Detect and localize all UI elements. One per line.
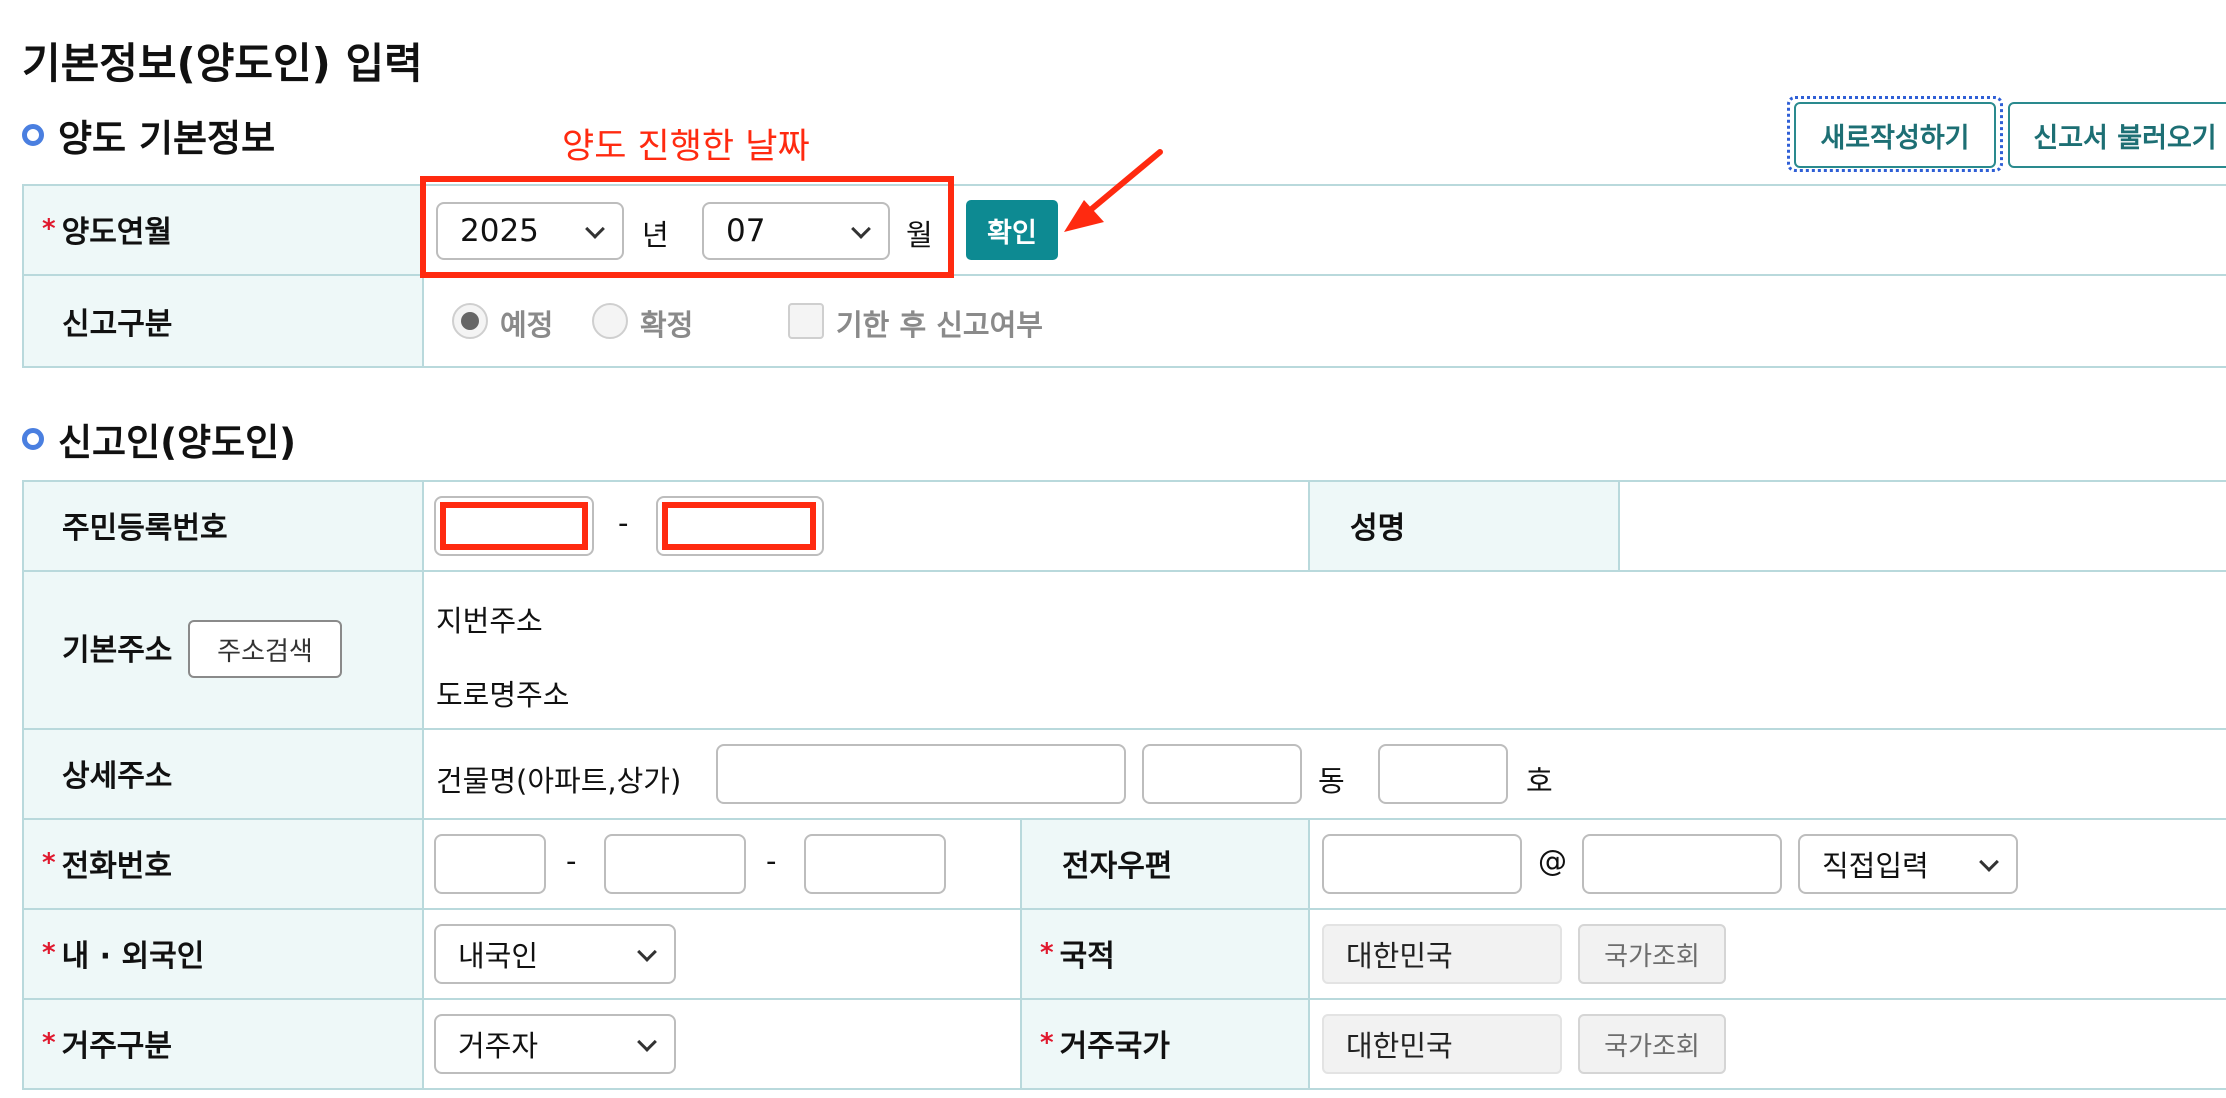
email-domain-select[interactable]: 직접입력	[1798, 834, 2018, 894]
road-address-label: 도로명주소	[436, 678, 570, 712]
new-report-button[interactable]: 새로작성하기	[1794, 102, 1996, 168]
address-search-button[interactable]: 주소검색	[188, 620, 342, 678]
annotation-text: 양도 진행한 날짜	[562, 127, 810, 167]
rrn-separator: -	[618, 506, 629, 540]
redacted-box	[662, 502, 816, 550]
country-lookup-button[interactable]: 국가조회	[1578, 924, 1726, 984]
nationality-type-label: * 내 · 외국인	[42, 938, 205, 974]
dong-input[interactable]	[1142, 744, 1302, 804]
email-at: @	[1538, 844, 1567, 878]
required-star-icon: *	[42, 848, 56, 878]
chevron-down-icon	[1979, 852, 1999, 872]
phone-separator-1: -	[566, 844, 577, 878]
residence-country-label: * 거주국가	[1040, 1028, 1171, 1064]
nationality-type-select[interactable]: 내국인	[434, 924, 676, 984]
redacted-box	[440, 502, 588, 550]
detail-address-label: 상세주소	[62, 759, 173, 794]
phone-part3-input[interactable]	[804, 834, 946, 894]
phone-part1-input[interactable]	[434, 834, 546, 894]
email-local-input[interactable]	[1322, 834, 1522, 894]
transfer-ym-label: * 양도연월	[42, 214, 173, 250]
value-cell-address	[422, 570, 2226, 730]
radio-final-label: 확정	[640, 308, 694, 342]
dong-label: 동	[1318, 764, 1345, 798]
building-label: 건물명(아파트,상가)	[436, 764, 682, 798]
name-label: 성명	[1350, 511, 1406, 546]
required-star-icon: *	[42, 1028, 56, 1058]
phone-separator-2: -	[766, 844, 777, 878]
radio-scheduled-label: 예정	[500, 308, 554, 342]
confirm-button[interactable]: 확인	[966, 200, 1058, 260]
required-star-icon: *	[42, 214, 56, 244]
chevron-down-icon	[637, 1032, 657, 1052]
rrn-label: 주민등록번호	[62, 511, 228, 546]
phone-label: * 전화번호	[42, 848, 173, 884]
late-report-label: 기한 후 신고여부	[836, 308, 1043, 342]
load-report-button[interactable]: 신고서 불러오기	[2008, 102, 2226, 168]
residence-country-lookup-button[interactable]: 국가조회	[1578, 1014, 1726, 1074]
report-type-label: 신고구분	[62, 307, 173, 342]
required-star-icon: *	[42, 938, 56, 968]
month-select[interactable]: 07	[702, 202, 890, 260]
required-star-icon: *	[1040, 938, 1054, 968]
residence-country-field: 대한민국	[1322, 1014, 1562, 1074]
residence-type-select[interactable]: 거주자	[434, 1014, 676, 1074]
nationality-label: * 국적	[1040, 938, 1115, 974]
month-unit: 월	[906, 218, 933, 252]
year-select[interactable]: 2025	[436, 202, 624, 260]
page-title: 기본정보(양도인) 입력	[22, 39, 423, 88]
nationality-field: 대한민국	[1322, 924, 1562, 984]
jibun-address-label: 지번주소	[436, 604, 543, 638]
arrow-icon	[1064, 149, 1163, 232]
chevron-down-icon	[637, 942, 657, 962]
phone-part2-input[interactable]	[604, 834, 746, 894]
year-unit: 년	[642, 218, 669, 252]
email-label: 전자우편	[1062, 849, 1173, 884]
email-domain-input[interactable]	[1582, 834, 1782, 894]
chevron-down-icon	[585, 219, 605, 239]
building-input[interactable]	[716, 744, 1126, 804]
chevron-down-icon	[851, 219, 871, 239]
late-report-checkbox[interactable]	[788, 303, 824, 339]
section-title-reporter: 신고인(양도인)	[58, 421, 297, 464]
section-title-basic: 양도 기본정보	[58, 117, 276, 160]
radio-final[interactable]	[592, 303, 628, 339]
ho-label: 호	[1526, 764, 1553, 798]
required-star-icon: *	[1040, 1028, 1054, 1058]
ho-input[interactable]	[1378, 744, 1508, 804]
residence-type-label: * 거주구분	[42, 1028, 173, 1064]
address-label: 기본주소	[62, 633, 173, 668]
value-cell-name	[1618, 480, 2226, 572]
radio-scheduled[interactable]	[452, 303, 488, 339]
section-dot-icon	[22, 124, 44, 146]
section-dot-icon	[22, 428, 44, 450]
